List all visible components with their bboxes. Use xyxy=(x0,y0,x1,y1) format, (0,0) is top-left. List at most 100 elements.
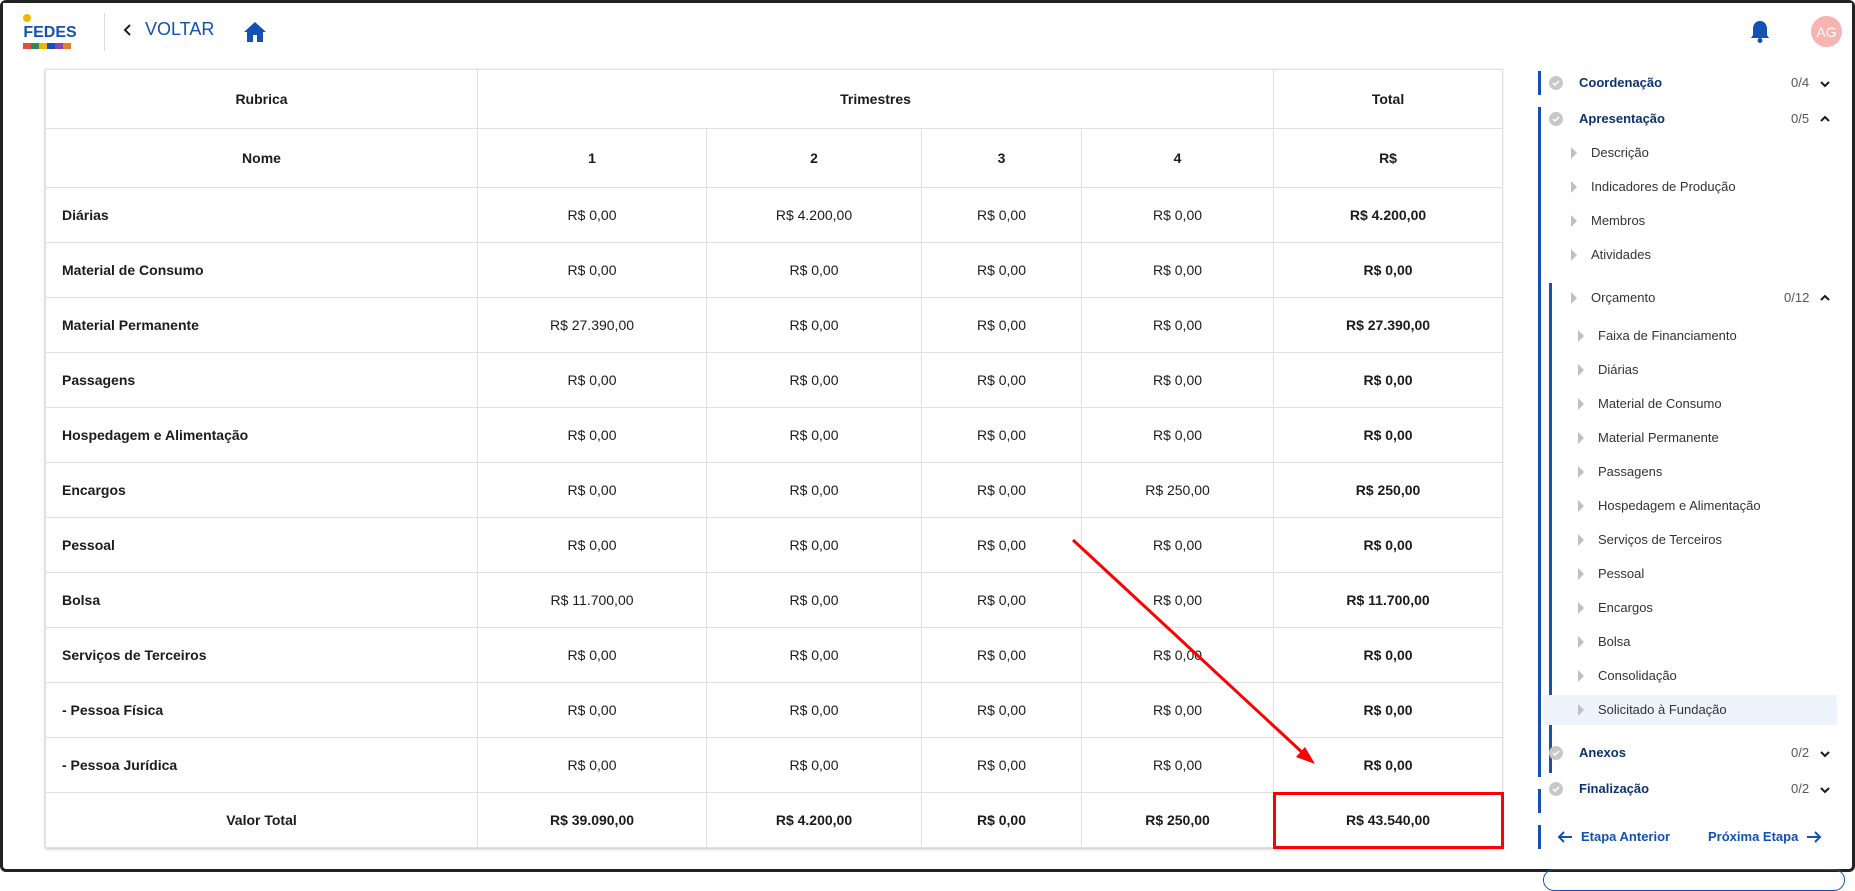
fedes-logo[interactable]: FEDES xyxy=(21,13,79,53)
step-label: Orçamento xyxy=(1591,290,1656,305)
sidebar-section-finalizacao[interactable]: Finalização xyxy=(1549,781,1649,796)
cell-q1: R$ 0,00 xyxy=(477,407,707,463)
triangle-right-icon xyxy=(1578,669,1584,682)
sidebar-section-coordenacao[interactable]: Coordenação xyxy=(1549,75,1662,90)
budget-table-container: Rubrica Trimestres Total Nome 1 2 3 4 R$… xyxy=(45,69,1504,849)
row-name: - Pessoa Jurídica xyxy=(45,737,478,793)
table-row: Material Permanente R$ 27.390,00 R$ 0,00… xyxy=(45,297,1504,353)
cell-q4: R$ 0,00 xyxy=(1080,682,1275,738)
step-label: Descrição xyxy=(1591,145,1649,160)
cell-q4: R$ 0,00 xyxy=(1080,517,1275,573)
step-indicadores[interactable]: Indicadores de Produção xyxy=(1571,179,1736,194)
step-material-consumo[interactable]: Material de Consumo xyxy=(1578,396,1722,411)
step-label: Material de Consumo xyxy=(1598,396,1722,411)
cell-q3: R$ 0,00 xyxy=(921,352,1082,408)
cell-q3: R$ 0,00 xyxy=(921,187,1082,243)
step-label: Consolidação xyxy=(1598,668,1677,683)
step-membros[interactable]: Membros xyxy=(1571,213,1645,228)
row-name: Serviços de Terceiros xyxy=(45,627,478,683)
cell-q2: R$ 4.200,00 xyxy=(706,187,922,243)
row-name: Passagens xyxy=(45,352,478,408)
chevron-up-icon[interactable] xyxy=(1819,292,1831,304)
step-label: Bolsa xyxy=(1598,634,1631,649)
cell-q1: R$ 11.700,00 xyxy=(477,572,707,628)
step-label: Passagens xyxy=(1598,464,1663,479)
next-step-label: Próxima Etapa xyxy=(1708,829,1799,844)
chevron-down-icon[interactable] xyxy=(1819,784,1831,796)
cell-q3: R$ 0,00 xyxy=(921,242,1082,298)
check-circle-icon xyxy=(1549,745,1563,760)
total-q3: R$ 0,00 xyxy=(921,792,1082,848)
grand-total-highlighted: R$ 43.540,00 xyxy=(1272,791,1504,849)
home-icon[interactable] xyxy=(243,21,267,43)
cell-total: R$ 4.200,00 xyxy=(1273,187,1504,243)
cell-q2: R$ 0,00 xyxy=(706,407,922,463)
step-faixa-financiamento[interactable]: Faixa de Financiamento xyxy=(1578,328,1737,343)
cell-total: R$ 0,00 xyxy=(1273,737,1504,793)
chevron-up-icon[interactable] xyxy=(1819,113,1831,125)
step-descricao[interactable]: Descrição xyxy=(1571,145,1649,160)
bell-icon[interactable] xyxy=(1749,19,1771,43)
chevron-down-icon[interactable] xyxy=(1819,748,1831,760)
cell-q1: R$ 0,00 xyxy=(477,242,707,298)
step-passagens[interactable]: Passagens xyxy=(1578,464,1662,479)
step-label: Material Permanente xyxy=(1598,430,1719,445)
table-sub-header-row: Nome 1 2 3 4 R$ xyxy=(45,128,1504,188)
back-button[interactable]: VOLTAR xyxy=(121,19,214,40)
step-diarias[interactable]: Diárias xyxy=(1578,362,1638,377)
triangle-right-icon xyxy=(1578,567,1584,580)
triangle-right-icon xyxy=(1578,635,1584,648)
chevron-left-icon xyxy=(123,23,131,36)
table-row: Bolsa R$ 11.700,00 R$ 0,00 R$ 0,00 R$ 0,… xyxy=(45,572,1504,628)
cell-total: R$ 11.700,00 xyxy=(1273,572,1504,628)
cell-q4: R$ 0,00 xyxy=(1080,352,1275,408)
step-hospedagem[interactable]: Hospedagem e Alimentação xyxy=(1578,498,1761,513)
cell-total: R$ 0,00 xyxy=(1273,627,1504,683)
header-trimestres: Trimestres xyxy=(476,69,1275,129)
sidebar-section-apresentacao[interactable]: Apresentação xyxy=(1549,111,1665,126)
triangle-right-icon xyxy=(1578,363,1584,376)
cell-q4: R$ 250,00 xyxy=(1080,462,1275,518)
cell-total: R$ 0,00 xyxy=(1273,407,1504,463)
step-encargos[interactable]: Encargos xyxy=(1578,600,1653,615)
step-material-permanente[interactable]: Material Permanente xyxy=(1578,430,1719,445)
step-atividades[interactable]: Atividades xyxy=(1571,247,1651,262)
cell-q4: R$ 0,00 xyxy=(1080,407,1275,463)
arrow-right-icon xyxy=(1807,830,1822,843)
step-solicitado-fundacao[interactable]: Solicitado à Fundação xyxy=(1578,702,1727,717)
row-name: Bolsa xyxy=(45,572,478,628)
cell-q1: R$ 0,00 xyxy=(477,462,707,518)
total-q2: R$ 4.200,00 xyxy=(706,792,922,848)
avatar[interactable]: AG xyxy=(1811,16,1842,47)
cell-total: R$ 0,00 xyxy=(1273,517,1504,573)
previous-step-button[interactable]: Etapa Anterior xyxy=(1557,829,1670,844)
cell-q4: R$ 0,00 xyxy=(1080,737,1275,793)
next-step-button[interactable]: Próxima Etapa xyxy=(1708,829,1822,844)
header-separator xyxy=(104,13,105,51)
triangle-right-icon xyxy=(1578,397,1584,410)
cell-total: R$ 0,00 xyxy=(1273,352,1504,408)
check-circle-icon xyxy=(1549,111,1563,126)
action-button-outline[interactable] xyxy=(1543,869,1845,891)
triangle-right-icon xyxy=(1578,533,1584,546)
step-label: Hospedagem e Alimentação xyxy=(1598,498,1761,513)
step-orcamento[interactable]: Orçamento xyxy=(1571,290,1655,305)
step-label: Indicadores de Produção xyxy=(1591,179,1736,194)
sidebar-line xyxy=(1538,107,1541,777)
step-pessoal[interactable]: Pessoal xyxy=(1578,566,1644,581)
cell-q4: R$ 0,00 xyxy=(1080,242,1275,298)
cell-q1: R$ 0,00 xyxy=(477,627,707,683)
check-circle-icon xyxy=(1549,781,1563,796)
step-servicos-terceiros[interactable]: Serviços de Terceiros xyxy=(1578,532,1722,547)
sidebar-section-anexos[interactable]: Anexos xyxy=(1549,745,1626,760)
step-consolidacao[interactable]: Consolidação xyxy=(1578,668,1677,683)
cell-q2: R$ 0,00 xyxy=(706,297,922,353)
chevron-down-icon[interactable] xyxy=(1819,78,1831,90)
back-label: VOLTAR xyxy=(145,19,215,39)
table-row: - Pessoa Jurídica R$ 0,00 R$ 0,00 R$ 0,0… xyxy=(45,737,1504,793)
total-row: Valor Total R$ 39.090,00 R$ 4.200,00 R$ … xyxy=(45,791,1504,849)
step-bolsa[interactable]: Bolsa xyxy=(1578,634,1631,649)
cell-q2: R$ 0,00 xyxy=(706,352,922,408)
cell-q4: R$ 0,00 xyxy=(1080,572,1275,628)
triangle-right-icon xyxy=(1571,291,1577,304)
